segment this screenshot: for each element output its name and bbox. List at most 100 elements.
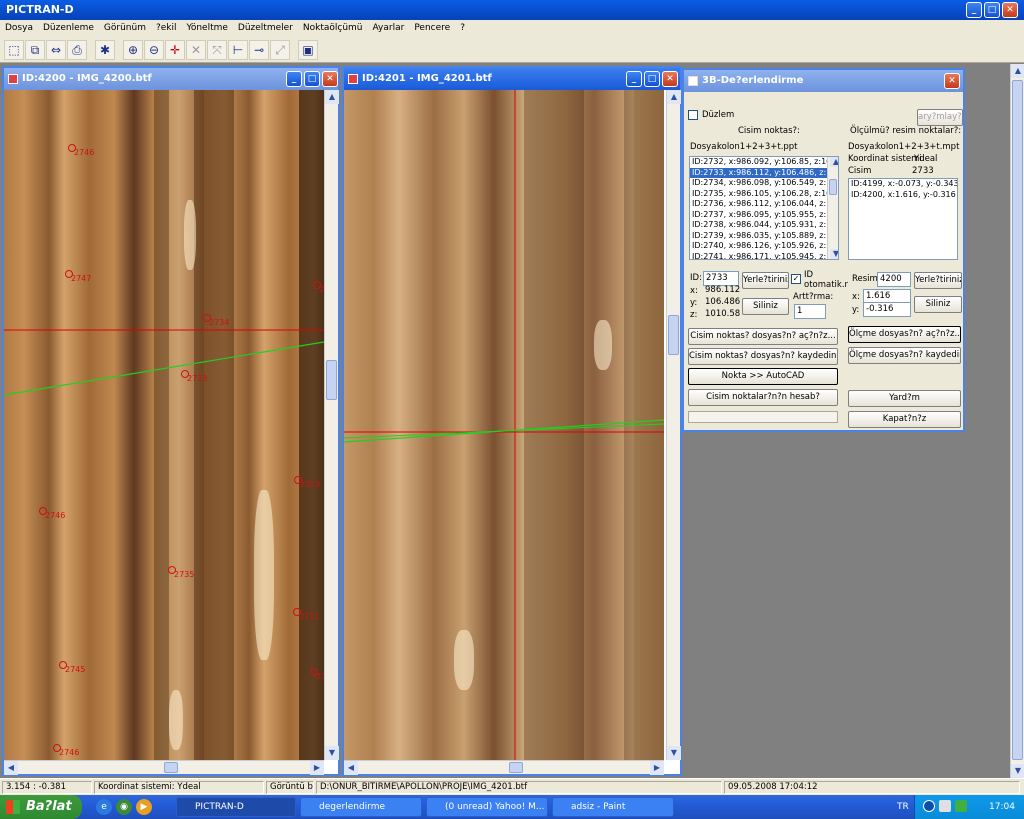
scroll-left-icon[interactable]: ◀ <box>344 761 358 775</box>
copy-icon[interactable]: ⧉ <box>25 40 45 60</box>
menu-dosya[interactable]: Dosya <box>5 20 33 37</box>
vertical-scrollbar[interactable]: ▲ ▼ <box>666 90 681 760</box>
scroll-left-icon[interactable]: ◀ <box>4 761 18 775</box>
menu-pencere[interactable]: Pencere <box>414 20 450 37</box>
target-icon[interactable]: ⊸ <box>249 40 269 60</box>
menu-yoneltme[interactable]: Yöneltme <box>187 20 228 37</box>
task-degerlendirme[interactable]: degerlendirme <box>300 797 422 817</box>
list-scrollbar[interactable]: ▲ ▼ <box>827 157 838 259</box>
scroll-right-icon[interactable]: ▶ <box>310 761 324 775</box>
transform-icon[interactable]: ⤢ <box>270 40 290 60</box>
menu-gorunum[interactable]: Görünüm <box>104 20 146 37</box>
image-window-titlebar[interactable]: ID:4200 - IMG_4200.btf _ □ ✕ <box>4 68 338 90</box>
close-dialog-button[interactable]: Kapat?n?z <box>848 411 961 428</box>
image-canvas[interactable]: 2746274727342733271327462735271127452703… <box>4 90 324 760</box>
ry-field[interactable]: -0.316 <box>863 302 911 317</box>
autocad-button[interactable]: Nokta >> AutoCAD <box>688 368 838 385</box>
measure-icon[interactable]: ⇔ <box>46 40 66 60</box>
scroll-up-icon[interactable]: ▲ <box>325 90 339 104</box>
list-item[interactable]: ID:2741, x:986.171, y:105.945, z:1 <box>690 252 838 260</box>
move-icon[interactable]: ⤧ <box>207 40 227 60</box>
yerlestir-button[interactable]: Yerle?tiriniz <box>742 272 789 289</box>
close-button[interactable]: ✕ <box>1002 2 1018 18</box>
vertical-scrollbar[interactable]: ▲ ▼ <box>324 90 339 760</box>
yerlestir-right-button[interactable]: Yerle?tiriniz <box>914 272 962 289</box>
scroll-thumb[interactable] <box>668 315 679 355</box>
cisim-save-button[interactable]: Cisim noktas? dosyas?n? kaydediniz... <box>688 348 838 365</box>
mdi-vertical-scrollbar[interactable]: ▲ ▼ <box>1010 64 1024 778</box>
zoom-out-icon[interactable]: ⊖ <box>144 40 164 60</box>
scroll-right-icon[interactable]: ▶ <box>650 761 664 775</box>
silin-right-button[interactable]: Siliniz <box>914 296 962 313</box>
maximize-button[interactable]: □ <box>304 71 320 87</box>
image-canvas[interactable] <box>344 90 664 760</box>
ary-button[interactable]: ary?mlay?n <box>917 109 963 126</box>
list-item-selected[interactable]: ID:2733, x:986.112, y:106.486, z:1 <box>690 167 838 178</box>
resim-field[interactable]: 4200 <box>877 272 911 287</box>
list-item[interactable]: ID:2736, x:986.112, y:106.044, z:1 <box>690 199 838 210</box>
olcme-open-button[interactable]: Ölçme dosyas?n? aç?n?z... <box>848 326 961 343</box>
select-icon[interactable]: ⬚ <box>4 40 24 60</box>
horizontal-scrollbar[interactable]: ◀ ▶ <box>4 760 324 775</box>
point-icon[interactable]: ✕ <box>186 40 206 60</box>
maximize-button[interactable]: □ <box>644 71 660 87</box>
crosshair-icon[interactable]: ✛ <box>165 40 185 60</box>
close-button[interactable]: ✕ <box>944 73 960 89</box>
list-item[interactable]: ID:2738, x:986.044, y:105.931, z:1 <box>690 220 838 231</box>
scroll-thumb[interactable] <box>509 762 523 773</box>
ie-quicklaunch-icon[interactable]: e <box>96 799 112 815</box>
media-quicklaunch-icon[interactable]: ▶ <box>136 799 152 815</box>
scroll-thumb[interactable] <box>164 762 178 773</box>
measured-point-list[interactable]: ID:4199, x:-0.073, y:-0.343 ID:4200, x:1… <box>848 178 958 260</box>
id-field[interactable]: 2733 <box>703 271 739 286</box>
language-indicator[interactable]: TR <box>897 795 909 819</box>
scroll-down-icon[interactable]: ▼ <box>1011 764 1024 778</box>
scroll-down-icon[interactable]: ▼ <box>325 746 339 760</box>
window-icon[interactable]: ▣ <box>298 40 318 60</box>
task-yahoo[interactable]: (0 unread) Yahoo! M... <box>426 797 548 817</box>
tray-network-icon[interactable] <box>923 800 935 812</box>
minimize-button[interactable]: _ <box>966 2 982 18</box>
list-item[interactable]: ID:4199, x:-0.073, y:-0.343 <box>849 179 957 190</box>
arttirma-field[interactable]: 1 <box>794 304 826 319</box>
close-button[interactable]: ✕ <box>662 71 678 87</box>
olcme-save-button[interactable]: Ölçme dosyas?n? kaydediniz <box>848 347 961 364</box>
maximize-button[interactable]: □ <box>984 2 1000 18</box>
task-paint[interactable]: adsiz - Paint <box>552 797 674 817</box>
list-item[interactable]: ID:2737, x:986.095, y:105.955, z:1 <box>690 210 838 221</box>
settings-icon[interactable]: ✱ <box>95 40 115 60</box>
menu-noktaolcumu[interactable]: Noktaölçümü <box>303 20 363 37</box>
list-item[interactable]: ID:2739, x:986.035, y:105.889, z:1 <box>690 231 838 242</box>
zoom-in-icon[interactable]: ⊕ <box>123 40 143 60</box>
print-icon[interactable]: ⎙ <box>67 40 87 60</box>
scroll-down-icon[interactable]: ▼ <box>830 249 838 259</box>
scroll-up-icon[interactable]: ▲ <box>830 157 838 167</box>
list-item[interactable]: ID:2734, x:986.098, y:106.549, z:1 <box>690 178 838 189</box>
scroll-thumb[interactable] <box>326 360 337 400</box>
menu-ayarlar[interactable]: Ayarlar <box>373 20 405 37</box>
scroll-down-icon[interactable]: ▼ <box>667 746 681 760</box>
duzlem-checkbox[interactable] <box>688 110 698 120</box>
hesap-button[interactable]: Cisim noktalar?n?n hesab? <box>688 389 838 406</box>
scroll-thumb[interactable] <box>1012 80 1023 760</box>
list-item[interactable]: ID:4200, x:1.616, y:-0.316 <box>849 190 957 201</box>
close-button[interactable]: ✕ <box>322 71 338 87</box>
line-icon[interactable]: ⊢ <box>228 40 248 60</box>
scroll-up-icon[interactable]: ▲ <box>667 90 681 104</box>
horizontal-scrollbar[interactable]: ◀ ▶ <box>344 760 664 775</box>
image-window-titlebar[interactable]: ID:4201 - IMG_4201.btf _ □ ✕ <box>344 68 680 90</box>
minimize-button[interactable]: _ <box>286 71 302 87</box>
scroll-up-icon[interactable]: ▲ <box>1011 64 1024 78</box>
scroll-thumb[interactable] <box>829 179 837 195</box>
cisim-point-list[interactable]: ID:2732, x:986.092, y:106.85, z:10 ID:27… <box>689 156 839 260</box>
tray-security-icon[interactable] <box>955 800 967 812</box>
list-item[interactable]: ID:2732, x:986.092, y:106.85, z:10 <box>690 157 838 168</box>
help-button[interactable]: Yard?m <box>848 390 961 407</box>
task-pictran[interactable]: PICTRAN-D <box>176 797 296 817</box>
explorer-quicklaunch-icon[interactable]: ◉ <box>116 799 132 815</box>
menu-help[interactable]: ? <box>460 20 465 37</box>
tray-volume-icon[interactable] <box>939 800 951 812</box>
silin-button[interactable]: Siliniz <box>742 298 789 315</box>
list-item[interactable]: ID:2740, x:986.126, y:105.926, z:1 <box>690 241 838 252</box>
menu-duzenleme[interactable]: Düzenleme <box>43 20 94 37</box>
